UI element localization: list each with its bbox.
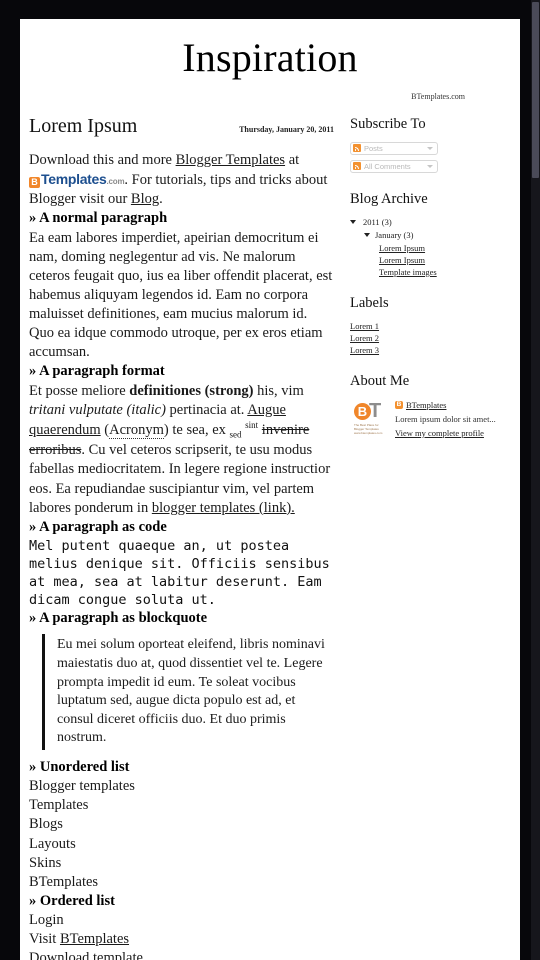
- blogger-icon: B: [395, 400, 403, 409]
- archive-year-row[interactable]: 2011 (3): [350, 217, 520, 227]
- widget-title-labels: Labels: [350, 294, 389, 311]
- section-heading-unordered-list: » Unordered list: [29, 759, 130, 776]
- code-block: Mel putent quaeque an, ut postea melius …: [29, 537, 338, 609]
- page-root: Inspiration BTemplates.com Lorem Ipsum T…: [0, 0, 540, 960]
- post-title: Lorem Ipsum: [29, 115, 138, 137]
- label-link[interactable]: Lorem 2: [350, 333, 379, 343]
- blog-title: Inspiration: [182, 35, 358, 80]
- unordered-list: Blogger templates Templates Blogs Layout…: [29, 777, 334, 892]
- list-item: Visit BTemplates: [29, 930, 334, 949]
- archive-post-link[interactable]: Template images: [379, 267, 437, 277]
- section-heading-paragraph-format: » A paragraph format: [29, 363, 165, 380]
- normal-paragraph-text: Ea eam labores imperdiet, apeirian democ…: [29, 229, 333, 361]
- visit-prefix: Visit: [29, 931, 60, 948]
- profile-block: B T The Best Place for Blogger Templates…: [350, 399, 520, 438]
- list-item: Layouts: [29, 835, 76, 852]
- archive-post-link[interactable]: Lorem Ipsum: [379, 255, 425, 265]
- section-heading-paragraph-code: » A paragraph as code: [29, 518, 167, 535]
- list-item: Blogger templates: [29, 778, 135, 795]
- format-text-3: pertinacia at.: [165, 401, 248, 418]
- avatar: B T The Best Place for Blogger Templates…: [352, 399, 388, 436]
- section-heading-normal-paragraph: » A normal paragraph: [29, 210, 168, 227]
- avatar-t-icon: T: [369, 399, 382, 422]
- archive-year-label: 2011 (3): [363, 216, 392, 227]
- widget-subscribe-to: Subscribe To Posts All Comments: [350, 116, 520, 173]
- caret-down-icon[interactable]: [350, 219, 356, 224]
- btemplates-logo-text: Templates: [41, 171, 107, 188]
- blog-content-wrapper: Inspiration BTemplates.com Lorem Ipsum T…: [20, 19, 520, 960]
- blogger-templates-link[interactable]: Blogger Templates: [176, 152, 285, 168]
- format-text-1: Et posse meliore: [29, 382, 130, 399]
- format-acronym: Acronym: [109, 421, 164, 439]
- section-heading-blockquote: » A paragraph as blockquote: [29, 610, 208, 627]
- btemplates-link[interactable]: BTemplates: [60, 931, 129, 947]
- intro-text-1: Download this and more: [29, 152, 176, 168]
- section-heading-ordered-list: » Ordered list: [29, 892, 115, 909]
- main-column: Lorem Ipsum Thursday, January 20, 2011 D…: [20, 115, 338, 960]
- blog-link[interactable]: Blog: [131, 191, 159, 207]
- widget-title-archive: Blog Archive: [350, 190, 428, 207]
- view-profile-link[interactable]: View my complete profile: [395, 428, 484, 438]
- vertical-scrollbar[interactable]: [531, 0, 540, 960]
- archive-month-label: January (3): [375, 229, 414, 240]
- intro-text-4: .: [159, 191, 163, 208]
- list-item: Login: [29, 912, 64, 929]
- subscribe-comments-select[interactable]: All Comments: [350, 159, 438, 173]
- intro-text-2: at: [285, 152, 300, 168]
- btemplates-logo-domain: .com: [106, 177, 125, 187]
- post-body: Download this and more Blogger Templates…: [29, 151, 334, 960]
- label-link[interactable]: Lorem 1: [350, 321, 379, 331]
- widget-about-me: About Me B T The Best Place for Blogger …: [350, 372, 520, 438]
- list-item: Templates: [29, 797, 89, 814]
- post-date: Thursday, January 20, 2011: [239, 125, 334, 134]
- subscribe-comments-label: All Comments: [364, 161, 411, 171]
- post-intro-paragraph: Download this and more Blogger Templates…: [29, 151, 334, 209]
- blog-header: Inspiration BTemplates.com: [20, 19, 520, 101]
- chevron-down-icon: [427, 164, 433, 168]
- format-text-5: ) te sea, ex: [163, 421, 230, 438]
- post-header: Lorem Ipsum Thursday, January 20, 2011: [29, 115, 334, 137]
- format-text-2: his, vim: [253, 382, 304, 399]
- blogger-templates-inline-link[interactable]: blogger templates (link).: [152, 500, 295, 516]
- list-item: BTemplates: [29, 873, 99, 890]
- subscribe-posts-label: Posts: [364, 143, 383, 153]
- profile-name-link[interactable]: BTemplates: [406, 400, 446, 410]
- profile-details: B BTemplates Lorem ipsum dolor sit amet.…: [395, 399, 520, 438]
- content-columns: Lorem Ipsum Thursday, January 20, 2011 D…: [20, 101, 520, 960]
- profile-description: Lorem ipsum dolor sit amet...: [395, 413, 496, 424]
- caret-down-icon[interactable]: [364, 232, 370, 237]
- label-link[interactable]: Lorem 3: [350, 345, 379, 355]
- btemplates-logo-link[interactable]: B Templates .com: [29, 170, 125, 189]
- widget-title-subscribe: Subscribe To: [350, 116, 426, 132]
- avatar-caption: The Best Place for Blogger Templates www…: [354, 422, 383, 435]
- format-text-4: (: [100, 421, 110, 438]
- format-strong: definitiones (strong): [129, 382, 254, 399]
- widget-title-about-me: About Me: [350, 372, 410, 389]
- format-superscript: sint: [245, 419, 259, 430]
- scrollbar-thumb[interactable]: [532, 2, 539, 178]
- list-item: Skins: [29, 854, 62, 871]
- archive-post-link[interactable]: Lorem Ipsum: [379, 243, 425, 253]
- subscribe-posts-select[interactable]: Posts: [350, 141, 438, 155]
- rss-icon: [353, 144, 361, 153]
- chevron-down-icon: [427, 146, 433, 150]
- btemplates-b-icon: B: [29, 177, 40, 189]
- header-credit: BTemplates.com: [411, 92, 465, 101]
- archive-month-row[interactable]: January (3): [364, 230, 520, 240]
- format-paragraph: Et posse meliore definitiones (strong) h…: [29, 382, 334, 518]
- widget-blog-archive: Blog Archive 2011 (3) January (3) Lorem …: [350, 190, 520, 277]
- widget-labels: Labels Lorem 1 Lorem 2 Lorem 3: [350, 294, 520, 355]
- ordered-list: Login Visit BTemplates Download template…: [29, 911, 334, 960]
- list-item: Download template: [29, 950, 143, 960]
- blockquote: Eu mei solum oporteat eleifend, libris n…: [42, 634, 334, 751]
- format-italic: tritani vulputate (italic): [29, 401, 166, 418]
- sidebar: Subscribe To Posts All Comments Blog Arc…: [338, 115, 520, 457]
- list-item: Blogs: [29, 816, 63, 833]
- rss-icon: [353, 162, 361, 171]
- format-subscript: sed: [229, 429, 242, 440]
- profile-name-row: B BTemplates: [395, 400, 520, 410]
